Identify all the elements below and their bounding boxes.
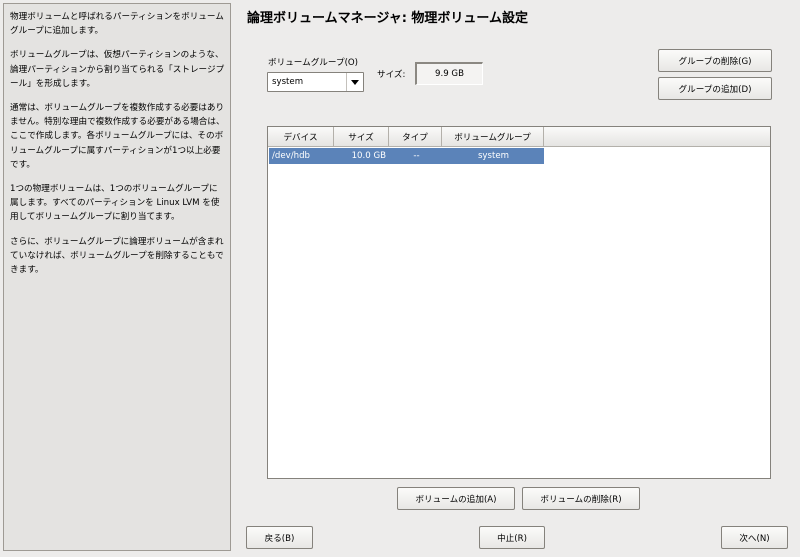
help-paragraph: 物理ボリュームと呼ばれるパーティションをボリュームグループに追加します。 [10,12,224,37]
chevron-down-icon[interactable] [346,73,363,91]
cell-type: -- [413,151,420,161]
help-panel: 物理ボリュームと呼ばれるパーティションをボリュームグループに追加します。 ボリュ… [3,3,231,551]
add-volume-button[interactable]: ボリュームの追加(A) [397,487,515,510]
next-button[interactable]: 次へ(N) [721,526,788,549]
delete-group-button[interactable]: グループの削除(G) [658,49,772,72]
back-button[interactable]: 戻る(B) [246,526,313,549]
column-header-volume-group[interactable]: ボリュームグループ [442,127,544,147]
size-value: 9.9 GB [415,62,483,85]
column-header-type[interactable]: タイプ [389,127,442,147]
size-label: サイズ: [377,70,406,80]
column-header-device[interactable]: デバイス [268,127,334,147]
volume-group-selected-value: system [272,77,304,87]
column-header-size[interactable]: サイズ [334,127,389,147]
table-row[interactable]: /dev/hdb 10.0 GB -- system [269,148,544,164]
add-group-button[interactable]: グループの追加(D) [658,77,772,100]
cell-size: 10.0 GB [351,151,386,161]
page-title: 論理ボリュームマネージャ: 物理ボリューム設定 [247,11,529,26]
volume-group-select[interactable]: system [267,72,364,92]
cell-device: /dev/hdb [272,151,310,161]
physical-volume-table[interactable]: デバイス サイズ タイプ ボリュームグループ /dev/hdb 10.0 GB … [267,126,771,479]
help-paragraph: 1つの物理ボリュームは、1つのボリュームグループに属します。すべてのパーティショ… [10,184,220,223]
cell-volume-group: system [477,151,510,161]
abort-button[interactable]: 中止(R) [479,526,545,549]
volume-group-label: ボリュームグループ(O) [268,58,359,68]
help-paragraph: さらに、ボリュームグループに論理ボリュームが含まれていなければ、ボリュームグルー… [10,236,224,276]
help-paragraph: ボリュームグループは、仮想パーティションのような、論理パーティションから割り当て… [10,50,225,89]
remove-volume-button[interactable]: ボリュームの削除(R) [522,487,640,510]
help-paragraph: 通常は、ボリュームグループを複数作成する必要はありません。特別な理由で複数作成す… [10,103,225,170]
table-header: デバイス サイズ タイプ ボリュームグループ [268,127,770,147]
